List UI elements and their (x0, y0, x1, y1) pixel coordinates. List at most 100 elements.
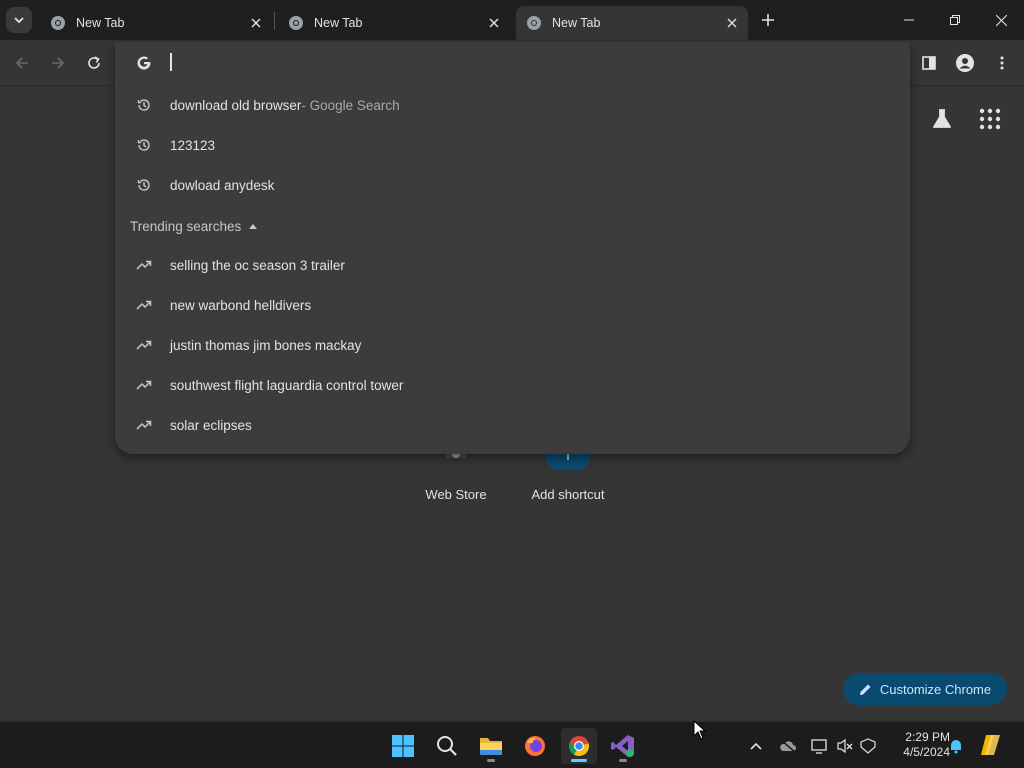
suggestion-text: southwest flight laguardia control tower (170, 377, 404, 393)
suggestion-history[interactable]: download old browser - Google Search (115, 85, 910, 125)
tab[interactable]: New Tab (278, 6, 510, 40)
arrow-right-icon (52, 57, 65, 69)
minimize-icon (904, 19, 914, 21)
tab-active[interactable]: New Tab (516, 6, 748, 40)
side-panel-button[interactable] (918, 52, 940, 74)
history-icon (137, 179, 150, 191)
shortcut-label: Web Store (425, 487, 487, 502)
suggestion-trending[interactable]: solar eclipses (115, 405, 910, 445)
network-icon (860, 738, 876, 754)
google-apps-icon[interactable] (978, 107, 1002, 131)
chrome-favicon-icon (289, 16, 303, 30)
tray-display[interactable] (810, 736, 830, 756)
suggestion-text: new warbond helldivers (170, 297, 312, 313)
tab-close-icon[interactable] (722, 13, 742, 33)
taskbar: 2:29 PM 4/5/2024 (0, 721, 1024, 768)
copilot-preview-icon (981, 735, 1000, 755)
chevron-down-icon (14, 17, 24, 24)
mouse-cursor-icon (693, 720, 707, 740)
close-icon (995, 14, 1007, 26)
reload-icon (88, 56, 100, 69)
tab-title: New Tab (552, 16, 601, 30)
history-icon (137, 99, 150, 111)
tray-overflow-button[interactable] (746, 736, 766, 756)
history-icon (137, 139, 150, 151)
running-indicator (619, 759, 627, 762)
text-caret (170, 53, 172, 71)
caret-up-icon (249, 223, 258, 229)
taskbar-search-button[interactable] (429, 728, 465, 764)
back-button[interactable] (11, 52, 33, 74)
suggestion-trending[interactable]: new warbond helldivers (115, 285, 910, 325)
taskbar-firefox[interactable] (517, 728, 553, 764)
start-button[interactable] (385, 728, 421, 764)
arrow-left-icon (15, 57, 28, 69)
suggestion-history[interactable]: dowload anydesk (115, 165, 910, 205)
avatar-icon (956, 54, 974, 72)
reload-button[interactable] (83, 52, 105, 74)
google-g-icon (137, 56, 151, 70)
trending-icon (136, 300, 152, 310)
pencil-icon (859, 684, 871, 695)
menu-button[interactable] (991, 52, 1013, 74)
clock-time: 2:29 PM (905, 730, 950, 744)
customize-chrome-label: Customize Chrome (879, 681, 992, 697)
tab[interactable]: New Tab (40, 6, 272, 40)
tab-strip: New Tab New Tab New Tab (0, 0, 1024, 40)
trending-icon (136, 260, 152, 270)
trending-icon (136, 420, 152, 430)
tray-network[interactable] (858, 736, 878, 756)
shortcut-label: Add shortcut (531, 487, 605, 502)
suggestion-history[interactable]: 123123 (115, 125, 910, 165)
restore-button[interactable] (932, 0, 978, 40)
search-icon (437, 736, 457, 756)
profile-button[interactable] (954, 52, 976, 74)
chrome-favicon-icon (527, 16, 541, 30)
restore-icon (950, 15, 960, 25)
firefox-icon (525, 736, 545, 756)
suggestion-trending[interactable]: southwest flight laguardia control tower (115, 365, 910, 405)
trending-icon (136, 380, 152, 390)
suggestion-text: 123123 (170, 137, 216, 153)
minimize-button[interactable] (886, 0, 932, 40)
file-explorer-icon (480, 738, 502, 755)
clock-date: 4/5/2024 (903, 745, 950, 759)
tab-close-icon[interactable] (484, 13, 504, 33)
bell-icon (951, 740, 961, 754)
taskbar-chrome[interactable] (561, 728, 597, 764)
system-clock[interactable]: 2:29 PM 4/5/2024 (886, 730, 950, 760)
suggestion-trending[interactable]: selling the oc season 3 trailer (115, 245, 910, 285)
suggestion-text: solar eclipses (170, 417, 252, 433)
suggestion-text: download old browser (170, 97, 302, 113)
forward-button[interactable] (47, 52, 69, 74)
tray-onedrive[interactable] (778, 736, 798, 756)
taskbar-visual-studio[interactable] (605, 728, 641, 764)
plus-icon (762, 14, 774, 26)
more-vertical-icon (1000, 56, 1004, 70)
side-panel-icon (922, 56, 936, 70)
chrome-favicon-icon (51, 16, 65, 30)
tray-notifications[interactable] (946, 736, 966, 756)
customize-chrome-button[interactable]: Customize Chrome (843, 673, 1007, 705)
cloud-offline-icon (780, 739, 796, 753)
taskbar-file-explorer[interactable] (473, 728, 509, 764)
chevron-up-icon (750, 742, 762, 750)
tab-separator (274, 12, 275, 30)
labs-flask-icon[interactable] (930, 107, 954, 131)
tray-copilot[interactable] (980, 732, 1004, 758)
new-tab-button[interactable] (756, 8, 780, 32)
tab-title: New Tab (76, 16, 125, 30)
trending-searches-header[interactable]: Trending searches (130, 216, 258, 236)
tab-search-button[interactable] (6, 7, 32, 33)
running-indicator (487, 759, 495, 762)
tray-volume[interactable] (835, 736, 855, 756)
suggestion-text: justin thomas jim bones mackay (170, 337, 362, 353)
omnibox-input[interactable] (115, 42, 910, 84)
close-window-button[interactable] (978, 0, 1024, 40)
omnibox-dropdown: download old browser - Google Search 123… (115, 42, 910, 454)
trending-header-label: Trending searches (130, 218, 242, 234)
volume-muted-icon (837, 738, 853, 754)
windows-start-icon (392, 735, 414, 757)
tab-close-icon[interactable] (246, 13, 266, 33)
suggestion-trending[interactable]: justin thomas jim bones mackay (115, 325, 910, 365)
